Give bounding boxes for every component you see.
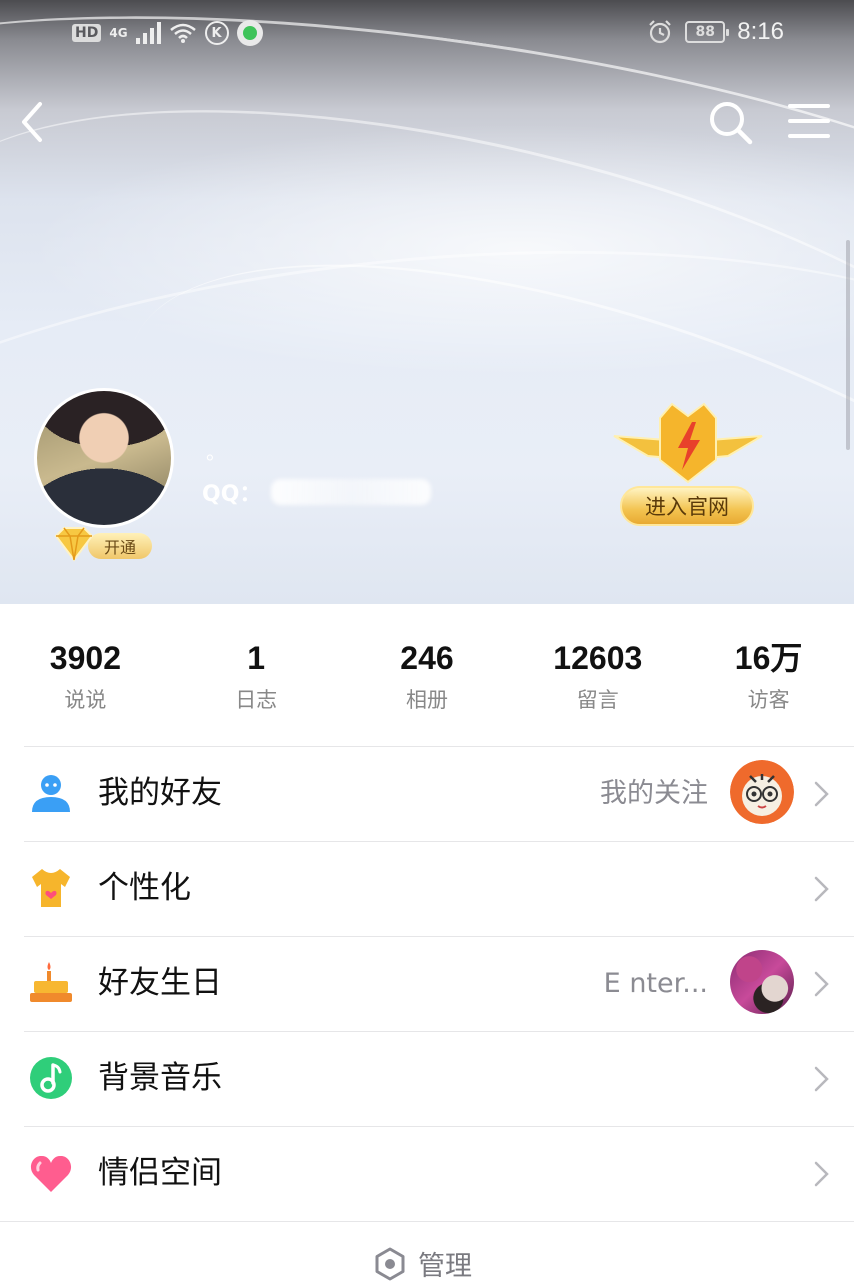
manage-label: 管理 xyxy=(418,1251,472,1282)
chevron-right-icon xyxy=(814,1161,829,1187)
crown-wings-icon xyxy=(613,402,763,484)
network-type: 4G xyxy=(109,26,128,40)
video-app-icon xyxy=(236,20,263,46)
birthday-friend-avatar xyxy=(730,950,794,1014)
menu-item-background-music[interactable]: 背景音乐 xyxy=(0,1031,854,1126)
divider xyxy=(24,1126,854,1127)
stat-label: 相册 xyxy=(405,688,448,712)
music-note-icon xyxy=(30,1057,72,1099)
divider xyxy=(24,1031,854,1032)
menu-icon[interactable] xyxy=(788,102,830,140)
tiger-avatar-icon xyxy=(730,760,794,824)
stat-label: 日志 xyxy=(235,688,278,712)
stat-label: 留言 xyxy=(576,688,619,712)
my-follows-link[interactable]: 我的关注 xyxy=(600,776,708,812)
nickname: 。 xyxy=(206,440,226,464)
stat-visitors[interactable]: 16万 访客 xyxy=(683,604,854,746)
menu-item-birthdays[interactable]: 好友生日 E nter... xyxy=(0,936,854,1031)
stat-value: 3902 xyxy=(49,640,121,676)
stat-messages[interactable]: 12603 留言 xyxy=(512,604,683,746)
menu-item-title: 我的好友 xyxy=(98,775,222,811)
signal-icon xyxy=(135,22,161,44)
qq-label: QQ： xyxy=(202,482,262,507)
qq-number: QQ： xyxy=(202,476,432,508)
divider xyxy=(0,1221,854,1222)
birthday-cake-icon xyxy=(30,962,72,1002)
stat-blog[interactable]: 1 日志 xyxy=(171,604,342,746)
official-site-label: 进入官网 xyxy=(620,486,754,526)
manage-button[interactable]: 管理 xyxy=(372,1244,472,1283)
alarm-icon xyxy=(649,20,672,44)
vip-open-label: 开通 xyxy=(88,533,152,559)
clock: 8:16 xyxy=(737,18,784,45)
official-site-button[interactable]: 进入官网 xyxy=(612,396,764,532)
menu-item-title: 背景音乐 xyxy=(98,1060,222,1096)
heart-icon xyxy=(30,1155,72,1192)
friends-icon xyxy=(32,775,70,812)
diamond-icon xyxy=(54,527,94,562)
back-arrow-icon[interactable] xyxy=(18,100,58,144)
k-app-icon: K xyxy=(204,21,229,45)
status-bar: HD 4G K 88 8:16 xyxy=(0,0,854,70)
chevron-right-icon xyxy=(814,781,829,807)
hd-indicator: HD xyxy=(72,24,102,42)
vip-open-badge[interactable]: 开通 xyxy=(52,524,156,564)
stat-label: 访客 xyxy=(747,688,790,712)
stats-bar: 3902 说说 1 日志 246 相册 12603 留言 16万 访客 xyxy=(0,604,854,746)
avatar[interactable] xyxy=(34,388,174,528)
stat-album[interactable]: 246 相册 xyxy=(342,604,513,746)
stat-shuoshuo[interactable]: 3902 说说 xyxy=(0,604,171,746)
wifi-icon xyxy=(169,23,196,43)
menu-item-personalize[interactable]: 个性化 xyxy=(0,841,854,936)
divider xyxy=(24,746,854,747)
divider xyxy=(24,936,854,937)
menu-item-title: 好友生日 xyxy=(98,965,222,1001)
hexagon-settings-icon xyxy=(375,1247,405,1280)
search-icon[interactable] xyxy=(706,98,754,146)
menu-list: 我的好友 我的关注 个性化 好友生日 E nter... 背景音乐 情侣空间 xyxy=(0,746,854,1221)
follow-avatar xyxy=(730,760,794,824)
qq-number-redacted xyxy=(271,479,432,505)
divider xyxy=(24,841,854,842)
birthday-friend-name: E nter... xyxy=(603,968,708,999)
stat-value: 12603 xyxy=(553,640,643,676)
stat-value: 246 xyxy=(400,640,454,676)
menu-item-title: 个性化 xyxy=(98,870,191,906)
menu-item-couple-space[interactable]: 情侣空间 xyxy=(0,1126,854,1221)
stat-label: 说说 xyxy=(64,688,107,712)
menu-item-title: 情侣空间 xyxy=(98,1155,222,1191)
stat-value: 1 xyxy=(247,640,266,676)
stat-value: 16万 xyxy=(734,640,803,676)
scrollbar[interactable] xyxy=(846,240,850,450)
battery-icon: 88 xyxy=(685,21,730,43)
chevron-right-icon xyxy=(814,971,829,997)
tshirt-icon xyxy=(32,869,70,907)
chevron-right-icon xyxy=(814,1066,829,1092)
menu-item-friends[interactable]: 我的好友 我的关注 xyxy=(0,746,854,841)
chevron-right-icon xyxy=(814,876,829,902)
